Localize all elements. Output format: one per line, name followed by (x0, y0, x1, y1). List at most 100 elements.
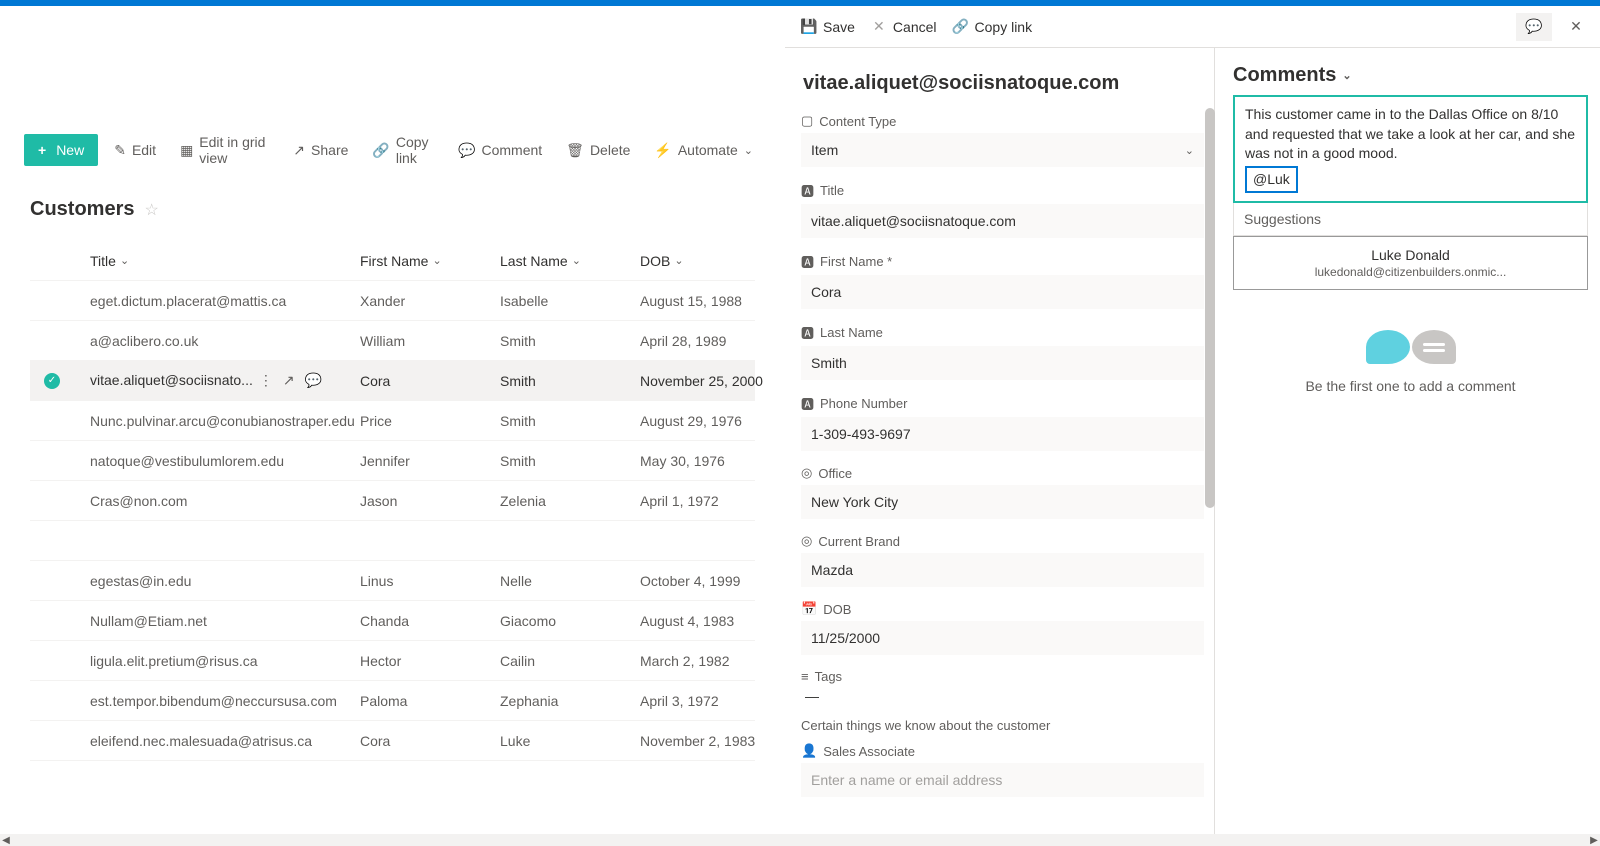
close-icon: ✕ (871, 19, 887, 35)
cell-first-name: Jennifer (360, 453, 500, 469)
cell-last-name: Isabelle (500, 293, 640, 309)
save-label: Save (823, 19, 855, 35)
scroll-left-icon[interactable]: ◀ (0, 834, 12, 846)
mention-chip[interactable]: @Luk (1245, 166, 1298, 194)
link-icon: 🔗 (372, 142, 389, 159)
cell-first-name: Paloma (360, 693, 500, 709)
chevron-down-icon: ⌄ (674, 254, 683, 267)
col-dob[interactable]: DOB⌄ (640, 253, 785, 269)
cell-last-name: Smith (500, 333, 640, 349)
suggestion-name: Luke Donald (1246, 247, 1575, 263)
cell-title: eget.dictum.placerat@mattis.ca (90, 293, 360, 309)
pencil-icon: ✎ (114, 142, 126, 159)
table-row[interactable]: egestas@in.eduLinusNelleOctober 4, 1999 (30, 561, 755, 601)
table-row[interactable]: Nunc.pulvinar.arcu@conubianostraper.eduP… (30, 401, 755, 441)
scroll-right-icon[interactable]: ▶ (1588, 834, 1600, 846)
cell-first-name: Chanda (360, 613, 500, 629)
new-label: New (56, 142, 84, 158)
save-button[interactable]: 💾 Save (801, 19, 855, 35)
grid-icon: ▦ (180, 142, 193, 159)
row-check-icon[interactable]: ✓ (44, 373, 60, 389)
table-row[interactable]: a@aclibero.co.ukWilliamSmithApril 28, 19… (30, 321, 755, 361)
cell-first-name: Xander (360, 293, 500, 309)
cell-first-name: Price (360, 413, 500, 429)
comment-icon[interactable]: 💬 (305, 372, 322, 389)
copy-link-button[interactable]: 🔗 Copy link (364, 128, 442, 172)
list-title-row: Customers ☆ (0, 174, 785, 229)
chevron-down-icon: ⌄ (744, 144, 753, 157)
share-icon[interactable]: ↗ (283, 372, 295, 389)
comment-button[interactable]: 💬 Comment (450, 136, 550, 165)
table-row[interactable]: eget.dictum.placerat@mattis.caXanderIsab… (30, 281, 755, 321)
edit-button[interactable]: ✎ Edit (106, 136, 164, 165)
col-first-name[interactable]: First Name⌄ (360, 253, 500, 269)
share-icon: ↗ (293, 142, 305, 159)
cell-title: eleifend.nec.malesuada@atrisus.ca (90, 733, 360, 749)
chevron-down-icon: ⌄ (120, 254, 129, 267)
horizontal-scrollbar[interactable]: ◀ ▶ (0, 834, 1600, 846)
cell-title: est.tempor.bibendum@neccursusa.com (90, 693, 360, 709)
automate-button[interactable]: ⚡ Automate ⌄ (646, 136, 761, 165)
table-row[interactable]: ✓vitae.aliquet@sociisnato...⋮↗💬CoraSmith… (30, 361, 755, 401)
cancel-label: Cancel (893, 19, 937, 35)
cell-first-name: Hector (360, 653, 500, 669)
chevron-down-icon: ⌄ (1342, 69, 1351, 82)
command-bar: + New ✎ Edit ▦ Edit in grid view ↗ Share… (0, 126, 785, 174)
cell-dob: April 3, 1972 (640, 693, 785, 709)
favorite-star-icon[interactable]: ☆ (144, 200, 158, 220)
table-row[interactable]: natoque@vestibulumlorem.eduJenniferSmith… (30, 441, 755, 481)
cancel-button[interactable]: ✕ Cancel (871, 19, 937, 35)
cell-dob: August 15, 1988 (640, 293, 785, 309)
comment-draft-text: This customer came in to the Dallas Offi… (1245, 106, 1575, 161)
copy-link-button[interactable]: 🔗 Copy link (953, 19, 1033, 35)
suggestion-email: lukedonald@citizenbuilders.onmic... (1246, 265, 1575, 279)
empty-text: Be the first one to add a comment (1233, 378, 1588, 394)
delete-button[interactable]: 🗑 Delete (558, 136, 638, 165)
new-button[interactable]: + New (24, 134, 98, 166)
share-button[interactable]: ↗ Share (285, 136, 356, 165)
cell-first-name: Cora (360, 733, 500, 749)
cell-dob: October 4, 1999 (640, 573, 785, 589)
cell-dob: March 2, 1982 (640, 653, 785, 669)
cell-title: a@aclibero.co.uk (90, 333, 360, 349)
cell-last-name: Smith (500, 413, 640, 429)
table-row[interactable]: Cras@non.comJasonZeleniaApril 1, 1972 (30, 481, 755, 521)
cell-last-name: Zephania (500, 693, 640, 709)
col-title[interactable]: Title⌄ (90, 253, 360, 269)
cell-title: Nullam@Etiam.net (90, 613, 360, 629)
comments-empty-state: Be the first one to add a comment (1233, 330, 1588, 394)
table-row[interactable]: ligula.elit.pretium@risus.caHectorCailin… (30, 641, 755, 681)
main-list-area: + New ✎ Edit ▦ Edit in grid view ↗ Share… (0, 6, 785, 846)
more-icon[interactable]: ⋮ (259, 372, 273, 389)
share-label: Share (311, 142, 348, 158)
delete-label: Delete (590, 142, 630, 158)
cell-last-name: Smith (500, 453, 640, 469)
cell-first-name: Linus (360, 573, 500, 589)
edit-grid-label: Edit in grid view (199, 134, 269, 166)
panel-header: 💾 Save ✕ Cancel 🔗 Copy link 💬 ✕ (785, 6, 1600, 48)
comment-input[interactable]: This customer came in to the Dallas Offi… (1233, 95, 1588, 203)
table-row[interactable]: est.tempor.bibendum@neccursusa.comPaloma… (30, 681, 755, 721)
suggestion-item[interactable]: Luke Donald lukedonald@citizenbuilders.o… (1233, 236, 1588, 290)
list-title: Customers (30, 198, 134, 221)
chat-bubble-icon (1366, 330, 1410, 364)
feedback-button[interactable]: 💬 (1516, 13, 1552, 41)
cell-dob: May 30, 1976 (640, 453, 785, 469)
cell-first-name: William (360, 333, 500, 349)
edit-grid-button[interactable]: ▦ Edit in grid view (172, 128, 277, 172)
comment-icon: 💬 (458, 142, 475, 159)
table-row[interactable]: Nullam@Etiam.netChandaGiacomoAugust 4, 1… (30, 601, 755, 641)
cell-title: egestas@in.edu (90, 573, 360, 589)
close-panel-button[interactable]: ✕ (1568, 19, 1584, 35)
copy-link-label: Copy link (396, 134, 434, 166)
close-icon: ✕ (1568, 19, 1584, 35)
cell-last-name: Giacomo (500, 613, 640, 629)
customers-table: Title⌄ First Name⌄ Last Name⌄ DOB⌄ eget.… (30, 241, 755, 761)
table-row[interactable]: eleifend.nec.malesuada@atrisus.caCoraLuk… (30, 721, 755, 761)
cell-first-name: Jason (360, 493, 500, 509)
comment-label: Comment (481, 142, 542, 158)
cell-title: vitae.aliquet@sociisnato...⋮↗💬 (90, 372, 360, 389)
comments-title[interactable]: Comments ⌄ (1233, 64, 1588, 87)
scrollbar-thumb[interactable] (1205, 108, 1215, 508)
col-last-name[interactable]: Last Name⌄ (500, 253, 640, 269)
